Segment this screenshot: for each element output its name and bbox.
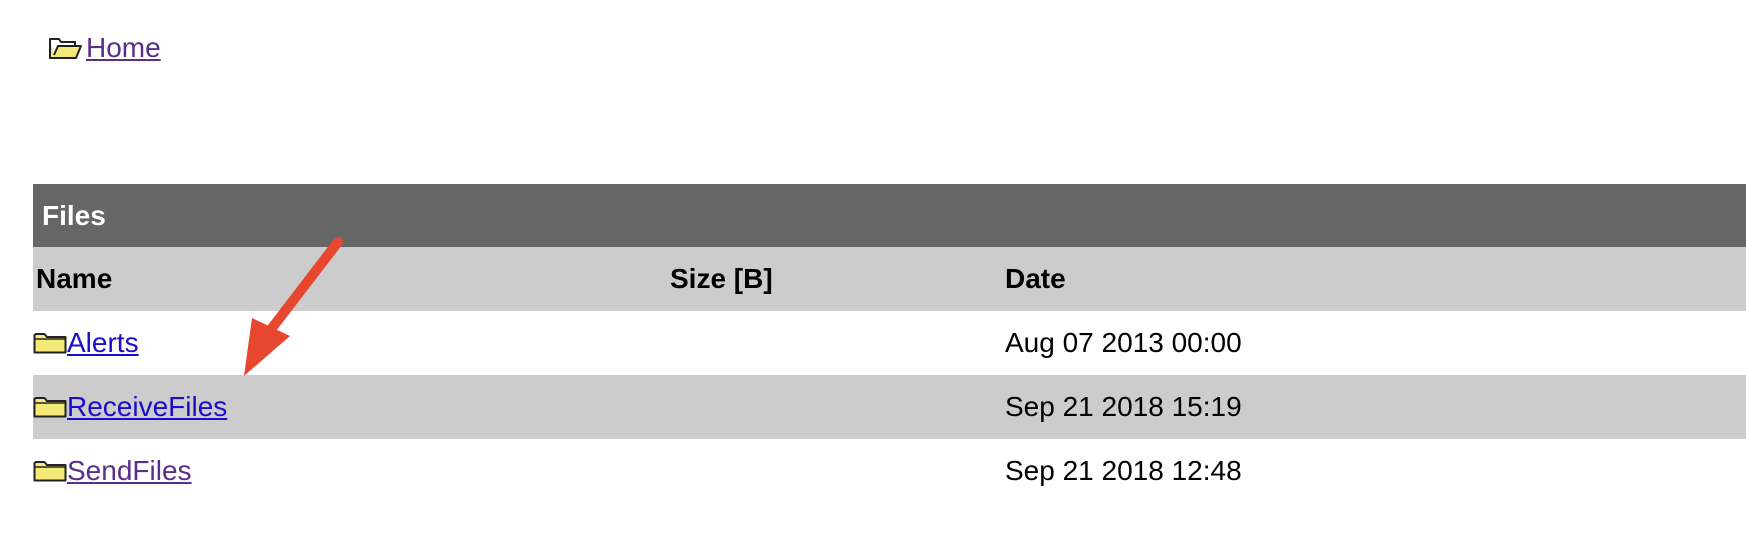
name-cell: SendFiles	[33, 439, 670, 503]
column-header-name[interactable]: Name	[33, 247, 670, 311]
name-cell: ReceiveFiles	[33, 375, 670, 439]
date-cell: Aug 07 2013 00:00	[1005, 327, 1242, 358]
table-row: ReceiveFiles Sep 21 2018 15:19	[33, 375, 1746, 439]
table-row: SendFiles Sep 21 2018 12:48	[33, 439, 1746, 503]
folder-link-alerts[interactable]: Alerts	[67, 329, 139, 357]
size-cell	[670, 311, 1005, 375]
column-header-size[interactable]: Size [B]	[670, 247, 1005, 311]
folder-link-receivefiles[interactable]: ReceiveFiles	[67, 393, 227, 421]
home-link[interactable]: Home	[86, 34, 161, 62]
folder-link-sendfiles[interactable]: SendFiles	[67, 457, 192, 485]
table-row: Alerts Aug 07 2013 00:00	[33, 311, 1746, 375]
folder-icon	[33, 461, 67, 482]
folder-icon	[33, 397, 67, 418]
files-table: Files Name Size [B] Date Alerts Aug 07 2…	[33, 184, 1746, 503]
name-cell: Alerts	[33, 311, 670, 375]
breadcrumb: Home	[48, 28, 161, 68]
size-cell	[670, 439, 1005, 503]
folder-icon	[33, 333, 67, 354]
size-cell	[670, 375, 1005, 439]
column-header-date[interactable]: Date	[1005, 247, 1746, 311]
date-cell: Sep 21 2018 12:48	[1005, 455, 1242, 486]
open-folder-icon	[49, 38, 82, 59]
date-cell: Sep 21 2018 15:19	[1005, 375, 1746, 439]
files-table-title: Files	[33, 184, 1746, 247]
files-title-row: Files	[33, 184, 1746, 247]
column-header-row: Name Size [B] Date	[33, 247, 1746, 311]
